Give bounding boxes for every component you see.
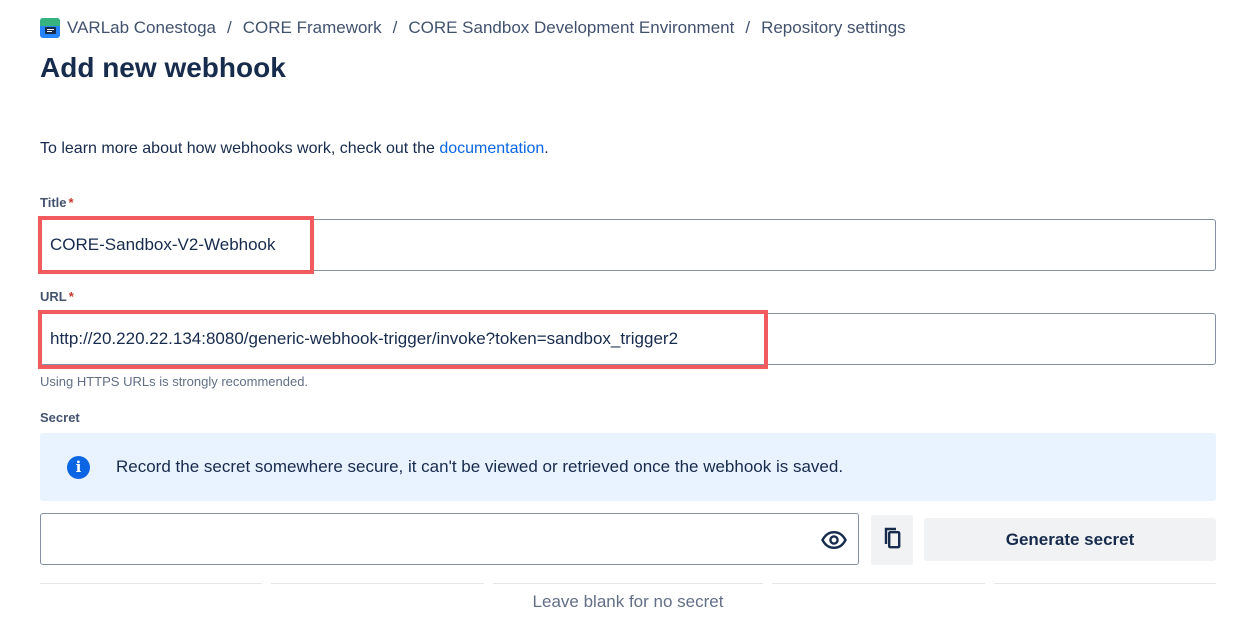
- eye-icon[interactable]: [820, 526, 848, 554]
- breadcrumb-separator: /: [227, 18, 232, 37]
- divider: [772, 583, 985, 584]
- breadcrumb-separator: /: [392, 18, 398, 37]
- breadcrumb-item-project[interactable]: CORE Framework: [243, 18, 382, 38]
- copy-icon: [883, 527, 901, 554]
- url-helper-text: Using HTTPS URLs is strongly recommended…: [40, 374, 309, 389]
- secret-info-banner: i Record the secret somewhere secure, it…: [40, 433, 1216, 501]
- page-title: Add new webhook: [40, 52, 286, 83]
- url-label-text: URL: [40, 289, 67, 304]
- divider: [493, 583, 763, 584]
- secret-input[interactable]: [40, 513, 859, 565]
- divider: [40, 583, 262, 584]
- intro-text-suffix: .: [544, 140, 549, 157]
- title-input-value: CORE-Sandbox-V2-Webhook: [50, 235, 276, 254]
- title-label: Title *: [40, 195, 74, 210]
- info-icon: i: [67, 455, 90, 479]
- copy-secret-button[interactable]: [871, 515, 913, 565]
- secret-info-message: Record the secret somewhere secure, it c…: [116, 457, 844, 476]
- repository-logo-icon: [40, 18, 60, 38]
- documentation-link[interactable]: documentation: [439, 140, 544, 157]
- url-label: URL *: [40, 289, 74, 304]
- title-label-text: Title: [40, 195, 67, 210]
- breadcrumb-item-repository[interactable]: CORE Sandbox Development Environment: [408, 18, 734, 38]
- intro-text: To learn more about how webhooks work, c…: [40, 140, 549, 158]
- generate-secret-button[interactable]: Generate secret: [924, 518, 1216, 561]
- breadcrumb-item-workspace[interactable]: VARLab Conestoga: [67, 18, 216, 38]
- breadcrumb-item-settings[interactable]: Repository settings: [761, 18, 906, 38]
- intro-text-body: To learn more about how webhooks work, c…: [40, 140, 440, 157]
- breadcrumb-separator: /: [745, 18, 751, 37]
- secret-blank-hint: Leave blank for no secret: [532, 592, 724, 611]
- secret-label: Secret: [40, 410, 80, 425]
- required-marker: *: [68, 289, 74, 304]
- url-input[interactable]: http://20.220.22.134:8080/generic-webhoo…: [40, 313, 1216, 365]
- breadcrumb: VARLab Conestoga / CORE Framework / CORE…: [40, 18, 906, 38]
- title-input[interactable]: CORE-Sandbox-V2-Webhook: [40, 219, 1216, 271]
- divider: [994, 583, 1216, 584]
- url-input-value: http://20.220.22.134:8080/generic-webhoo…: [50, 329, 679, 348]
- page: VARLab Conestoga / CORE Framework / CORE…: [0, 0, 1246, 630]
- required-marker: *: [68, 195, 74, 210]
- divider: [271, 583, 484, 584]
